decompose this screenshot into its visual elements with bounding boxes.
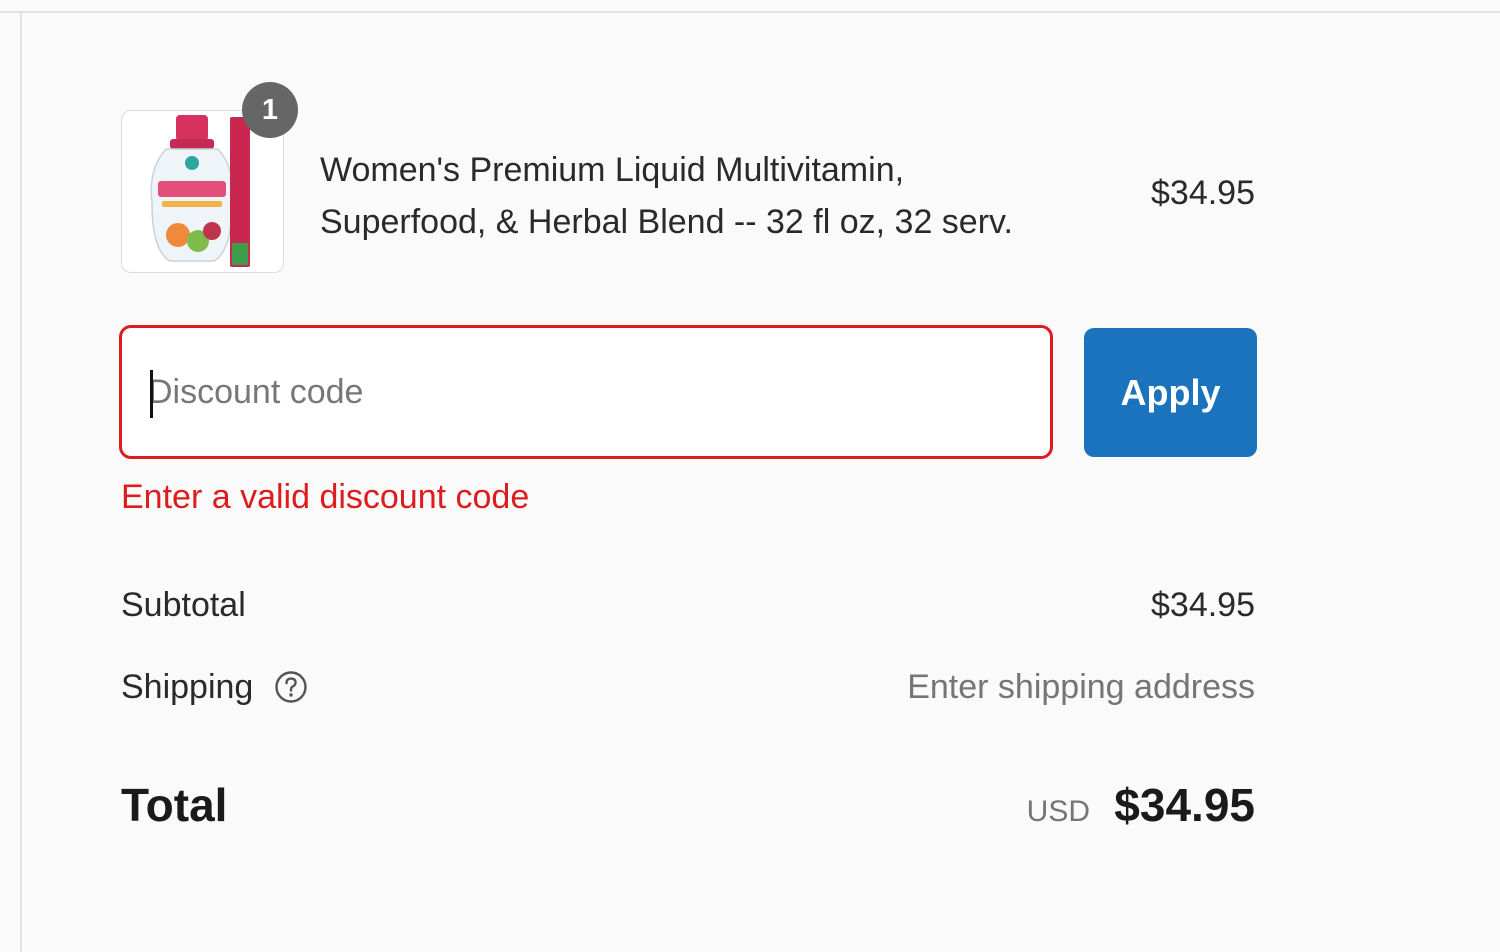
discount-code-input[interactable] [148, 328, 1028, 456]
subtotal-label: Subtotal [121, 586, 246, 624]
total-value: $34.95 [1114, 779, 1255, 831]
quantity-badge: 1 [242, 82, 298, 138]
top-divider [0, 11, 1500, 13]
subtotal-value: $34.95 [1151, 586, 1255, 624]
shipping-value: Enter shipping address [907, 668, 1255, 706]
product-price: $34.95 [1151, 174, 1255, 212]
product-name-line-2: Superfood, & Herbal Blend -- 32 fl oz, 3… [320, 203, 1013, 241]
total-label: Total [121, 779, 228, 831]
text-caret [150, 370, 153, 418]
discount-code-field[interactable] [119, 325, 1053, 459]
shipping-label: Shipping [121, 668, 254, 706]
discount-error-message: Enter a valid discount code [121, 478, 530, 516]
help-circle-icon[interactable] [274, 670, 308, 704]
product-name-line-1: Women's Premium Liquid Multivitamin, [320, 151, 905, 189]
product-name: Women's Premium Liquid Multivitamin, Sup… [320, 144, 1080, 248]
left-divider [20, 13, 22, 952]
total-currency: USD [1026, 795, 1090, 828]
apply-discount-button[interactable]: Apply [1084, 328, 1257, 457]
order-summary-panel: 1 Women's Premium Liquid Multivitamin, S… [0, 0, 1500, 952]
